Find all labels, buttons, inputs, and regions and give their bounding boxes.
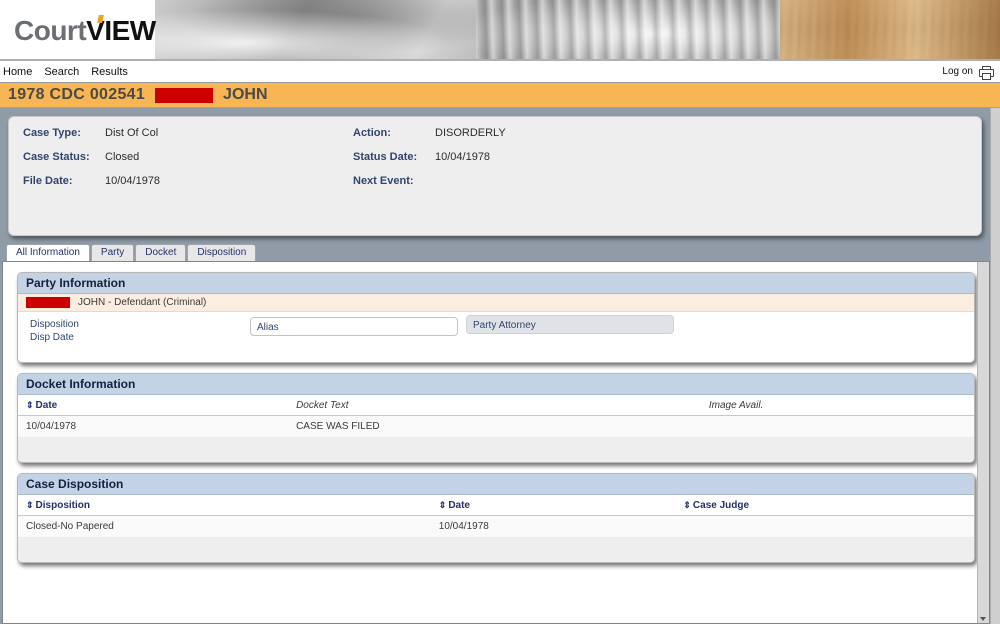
tab-docket[interactable]: Docket — [135, 244, 187, 261]
party-redacted-name — [26, 297, 70, 308]
alias-field[interactable]: Alias — [250, 317, 458, 336]
summary-row-status-date: Status Date: 10/04/1978 — [353, 151, 683, 175]
docket-col-docket-text: Docket Text — [288, 395, 701, 416]
summary-row-action: Action: DISORDERLY — [353, 127, 683, 151]
value-file-date: 10/04/1978 — [105, 175, 161, 187]
tab-strip: All Information Party Docket Disposition — [6, 244, 1000, 261]
docket-information-header: Docket Information — [18, 374, 974, 395]
case-disposition-table: ⇕ Disposition ⇕ Date ⇕ Case Judge Closed-No… — [18, 495, 974, 538]
nav-links: Home Search Results — [3, 61, 1000, 82]
sort-icon: ⇕ — [26, 399, 34, 410]
label-status-date: Status Date: — [353, 151, 418, 163]
table-row[interactable]: Closed-No Papered 10/04/1978 — [18, 515, 974, 538]
party-information-header: Party Information — [18, 273, 974, 294]
table-row[interactable]: 10/04/1978 CASE WAS FILED — [18, 415, 974, 438]
courtview-logo[interactable]: CourtVIEW — [14, 14, 156, 48]
summary-column-right: Action: DISORDERLY Status Date: 10/04/19… — [353, 127, 683, 199]
page-body: Case Type: Dist Of Col Case Status: Clos… — [0, 108, 1000, 624]
scroll-down-icon[interactable] — [980, 617, 986, 621]
nav-right-group: Log on — [942, 61, 994, 82]
value-status-date: 10/04/1978 — [435, 151, 491, 163]
summary-row-case-status: Case Status: Closed — [23, 151, 353, 175]
sort-icon: ⇕ — [438, 499, 447, 510]
site-banner: CourtVIEW — [0, 0, 1000, 61]
docket-table-filler — [18, 438, 974, 462]
disposition-col-disposition-label: Disposition — [35, 499, 90, 511]
main-navigation: Home Search Results Log on — [0, 61, 1000, 83]
case-title-bar: 1978 CDC 002541 JOHN — [0, 83, 1000, 108]
nav-item-results[interactable]: Results — [91, 66, 128, 78]
content-scrollbar[interactable] — [977, 262, 989, 623]
party-information-section: Party Information JOHN - Defendant (Crim… — [17, 272, 975, 363]
tab-content-area: Party Information JOHN - Defendant (Crim… — [2, 261, 990, 624]
summary-row-next-event: Next Event: — [353, 175, 683, 199]
tab-disposition[interactable]: Disposition — [187, 244, 257, 261]
disposition-cell-date: 10/04/1978 — [430, 515, 676, 538]
disposition-cell-disposition: Closed-No Papered — [18, 515, 431, 538]
sort-icon: ⇕ — [26, 499, 34, 510]
tab-all-information[interactable]: All Information — [6, 244, 90, 261]
docket-col-date-label: Date — [35, 399, 58, 411]
value-case-type: Dist Of Col — [105, 127, 159, 139]
logon-link[interactable]: Log on — [942, 66, 973, 77]
label-party-disposition: Disposition — [30, 319, 79, 330]
banner-courthouse-image — [155, 0, 1000, 61]
docket-col-image-avail: Image Avail. — [700, 395, 974, 416]
disposition-col-date-label: Date — [448, 499, 470, 511]
docket-header-row: ⇕ Date Docket Text Image Avail. — [18, 395, 974, 416]
label-file-date: File Date: — [23, 175, 73, 187]
docket-col-date[interactable]: ⇕ Date — [18, 395, 289, 416]
value-case-status: Closed — [105, 151, 140, 163]
party-disposition-labels: Disposition Disp Date — [30, 318, 79, 344]
disposition-col-case-judge-label: Case Judge — [692, 499, 750, 511]
party-row[interactable]: JOHN - Defendant (Criminal) — [18, 294, 974, 312]
printer-icon[interactable] — [979, 65, 994, 80]
disposition-col-disposition[interactable]: ⇕ Disposition — [18, 495, 431, 516]
nav-item-home[interactable]: Home — [3, 66, 32, 78]
case-summary-panel: Case Type: Dist Of Col Case Status: Clos… — [8, 116, 982, 236]
party-detail-body: Disposition Disp Date Alias Party Attorn… — [18, 312, 974, 362]
party-name-text: JOHN - Defendant (Criminal) — [78, 297, 207, 308]
party-attorney-field[interactable]: Party Attorney — [466, 315, 674, 334]
label-case-status: Case Status: — [23, 151, 90, 163]
docket-cell-date: 10/04/1978 — [18, 415, 289, 438]
disposition-table-filler — [18, 538, 974, 562]
sort-icon: ⇕ — [683, 499, 691, 510]
case-disposition-header: Case Disposition — [18, 474, 974, 495]
case-party-name: JOHN — [223, 86, 268, 103]
disposition-header-row: ⇕ Disposition ⇕ Date ⇕ Case Judge — [18, 495, 974, 516]
label-case-type: Case Type: — [23, 127, 81, 139]
docket-table: ⇕ Date Docket Text Image Avail. 10/04/197… — [18, 395, 974, 438]
label-next-event: Next Event: — [353, 175, 414, 187]
case-disposition-section: Case Disposition ⇕ Disposition ⇕ Date ⇕ … — [17, 473, 975, 563]
label-party-disp-date: Disp Date — [30, 332, 74, 343]
value-action: DISORDERLY — [435, 127, 506, 139]
docket-information-section: Docket Information ⇕ Date Docket Text Ima… — [17, 373, 975, 463]
redacted-name-block — [155, 87, 214, 103]
disposition-cell-case-judge — [675, 515, 974, 538]
page-scrollbar[interactable] — [990, 108, 1000, 624]
logo-court-text: Court — [14, 15, 87, 46]
disposition-col-case-judge[interactable]: ⇕ Case Judge — [675, 495, 974, 516]
logo-view-text: VIEW — [86, 15, 156, 46]
case-summary-grid: Case Type: Dist Of Col Case Status: Clos… — [9, 117, 981, 199]
summary-row-file-date: File Date: 10/04/1978 — [23, 175, 353, 199]
docket-cell-text: CASE WAS FILED — [288, 415, 701, 438]
summary-row-case-type: Case Type: Dist Of Col — [23, 127, 353, 151]
disposition-col-date[interactable]: ⇕ Date — [430, 495, 676, 516]
label-action: Action: — [353, 127, 391, 139]
case-number: 1978 CDC 002541 — [8, 86, 146, 103]
summary-column-left: Case Type: Dist Of Col Case Status: Clos… — [23, 127, 353, 199]
nav-item-search[interactable]: Search — [44, 66, 79, 78]
tab-party[interactable]: Party — [90, 244, 135, 261]
docket-cell-image-avail — [700, 415, 974, 438]
